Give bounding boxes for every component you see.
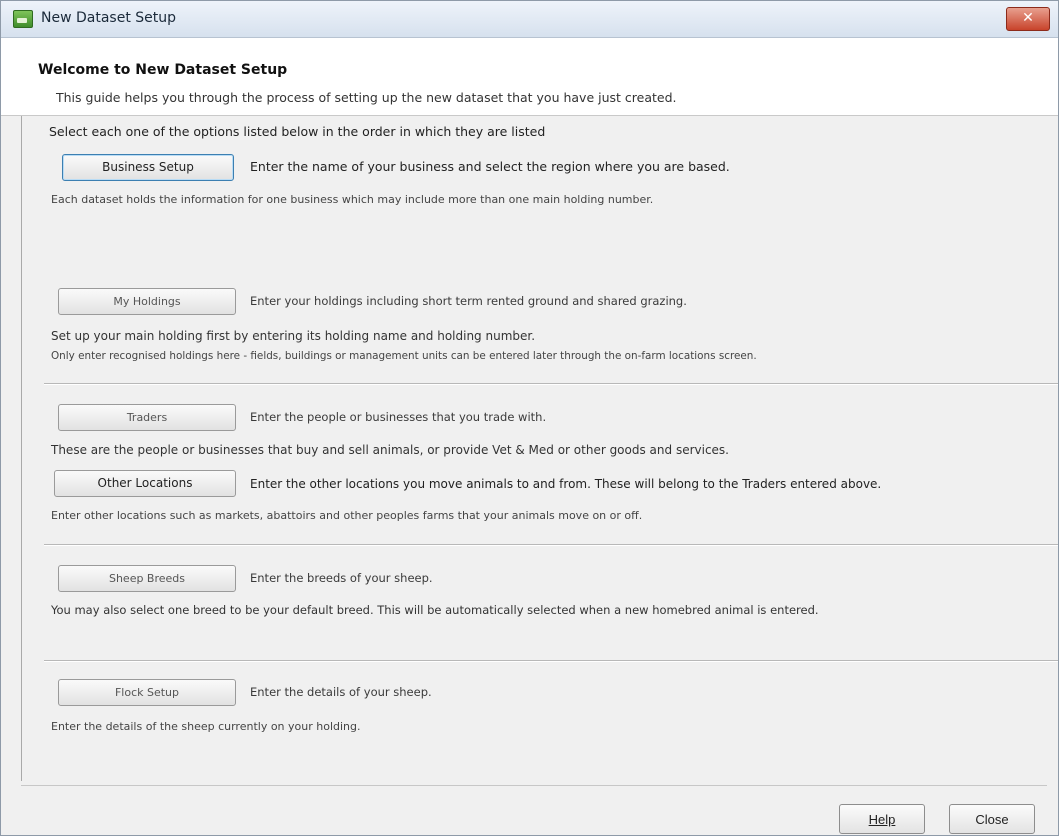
title-bar[interactable]: New Dataset Setup ✕ xyxy=(1,1,1058,38)
window-title: New Dataset Setup xyxy=(41,10,177,26)
my-holdings-note-1: Set up your main holding first by enteri… xyxy=(51,329,536,343)
intro-text: Select each one of the options listed be… xyxy=(49,124,546,139)
separator xyxy=(44,660,1058,662)
separator xyxy=(44,383,1058,385)
traders-button[interactable]: Traders xyxy=(58,404,236,431)
help-button-label: Help xyxy=(868,812,896,827)
setup-steps-panel: Select each one of the options listed be… xyxy=(21,116,1058,781)
separator xyxy=(44,544,1058,546)
my-holdings-button[interactable]: My Holdings xyxy=(58,288,236,315)
business-setup-note: Each dataset holds the information for o… xyxy=(51,193,654,206)
close-button[interactable]: Close xyxy=(949,804,1035,834)
flock-setup-button[interactable]: Flock Setup xyxy=(58,679,236,706)
business-setup-button[interactable]: Business Setup xyxy=(62,154,234,181)
business-setup-desc: Enter the name of your business and sele… xyxy=(250,159,730,174)
close-window-button[interactable]: ✕ xyxy=(1006,7,1050,31)
app-icon xyxy=(13,10,33,28)
dialog-window: New Dataset Setup ✕ Welcome to New Datas… xyxy=(0,0,1059,836)
my-holdings-desc: Enter your holdings including short term… xyxy=(250,294,687,308)
other-locations-note: Enter other locations such as markets, a… xyxy=(51,509,643,522)
flock-setup-desc: Enter the details of your sheep. xyxy=(250,685,432,699)
traders-desc: Enter the people or businesses that you … xyxy=(250,410,547,424)
help-button[interactable]: Help xyxy=(839,804,925,834)
wizard-header: Welcome to New Dataset Setup This guide … xyxy=(1,38,1058,116)
flock-setup-note: Enter the details of the sheep currently… xyxy=(51,720,361,733)
sheep-breeds-desc: Enter the breeds of your sheep. xyxy=(250,571,433,585)
welcome-subtitle: This guide helps you through the process… xyxy=(56,90,677,105)
sheep-breeds-note: You may also select one breed to be your… xyxy=(51,603,819,617)
my-holdings-note-2: Only enter recognised holdings here - fi… xyxy=(51,350,757,362)
other-locations-desc: Enter the other locations you move anima… xyxy=(250,477,882,491)
close-button-label: Close xyxy=(975,812,1009,827)
other-locations-button[interactable]: Other Locations xyxy=(54,470,236,497)
footer-divider xyxy=(21,785,1047,786)
welcome-heading: Welcome to New Dataset Setup xyxy=(38,62,288,78)
sheep-breeds-button[interactable]: Sheep Breeds xyxy=(58,565,236,592)
traders-note: These are the people or businesses that … xyxy=(51,443,729,457)
close-icon: ✕ xyxy=(1022,10,1034,26)
